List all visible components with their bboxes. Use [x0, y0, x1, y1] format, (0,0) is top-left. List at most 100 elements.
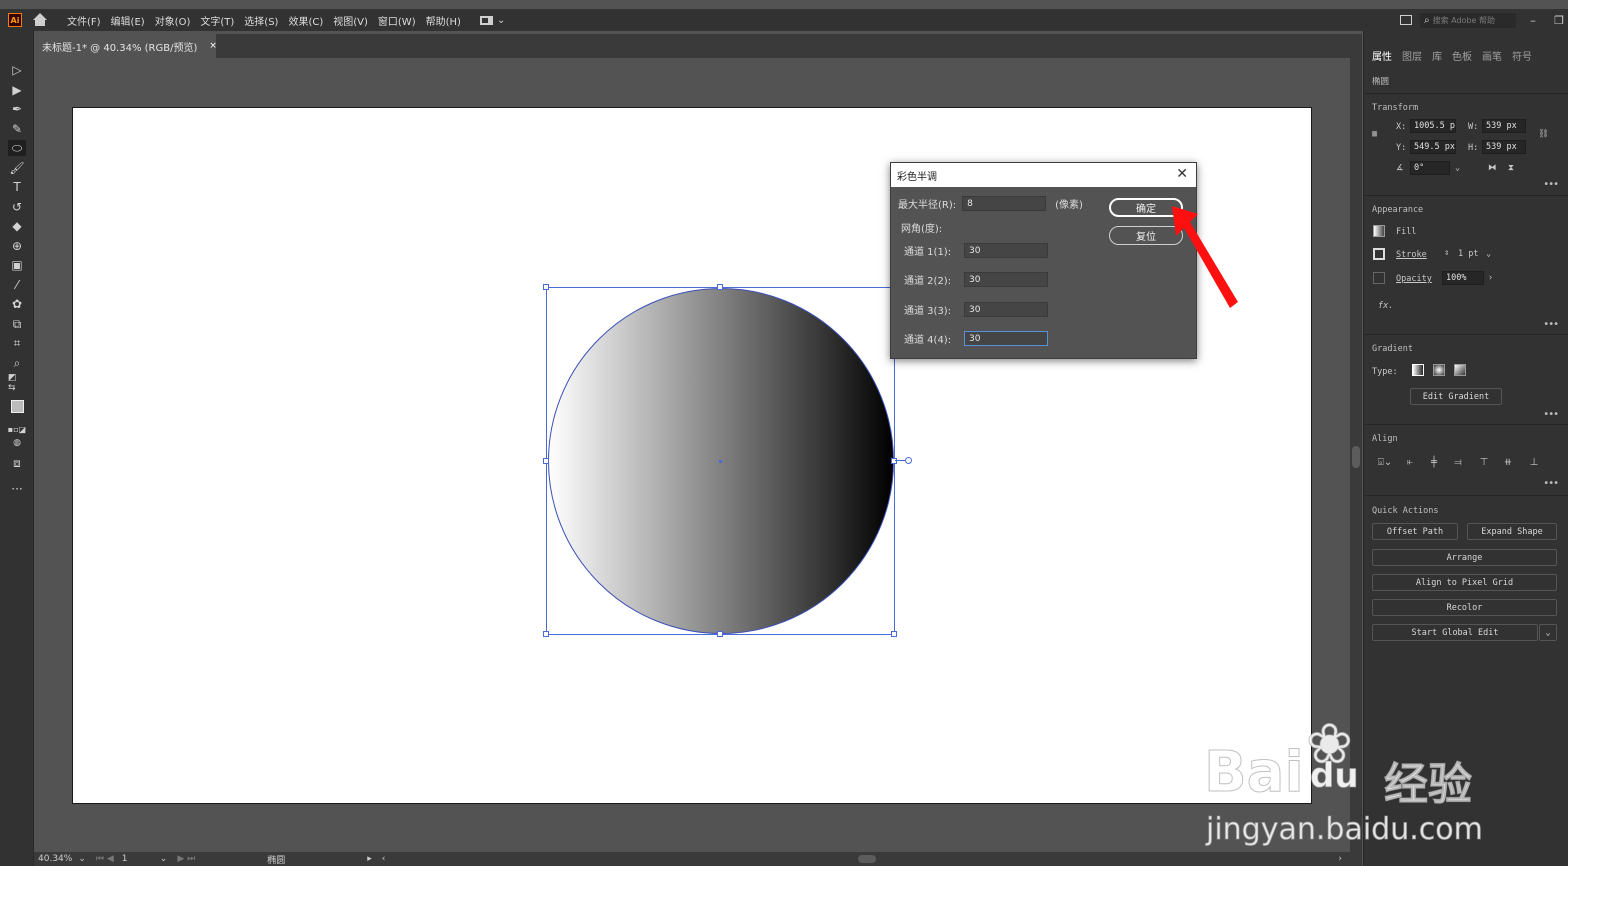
menu-window[interactable]: 窗口(W) [373, 13, 421, 28]
tab-symbols[interactable]: 符号 [1512, 48, 1532, 63]
max-radius-input[interactable]: 8 [962, 196, 1047, 211]
chevron-down-icon[interactable]: ⌄ [1486, 249, 1491, 259]
flip-vertical-icon[interactable]: ⧗ [1508, 163, 1514, 173]
freeform-gradient-icon[interactable] [1454, 364, 1466, 376]
scroll-thumb[interactable] [1352, 446, 1360, 468]
menu-help[interactable]: 帮助(H) [421, 13, 466, 28]
flip-horizontal-icon[interactable]: ⧓ [1488, 163, 1497, 173]
align-center-horizontal-icon[interactable]: ╪ [1428, 456, 1440, 468]
chevron-down-icon[interactable]: ⌄ [78, 854, 86, 864]
channel-1-input[interactable]: 30 [964, 243, 1048, 258]
blend-tool-icon[interactable]: ⧉ [8, 316, 26, 332]
more-tools-icon[interactable]: ··· [8, 481, 26, 497]
gradient-tool-icon[interactable]: ▣ [8, 257, 26, 273]
chevron-down-icon[interactable]: ⌄ [1539, 624, 1557, 641]
screen-mode-icon[interactable]: ⧈ [8, 455, 26, 471]
constrain-proportions-icon[interactable]: ⛓ [1538, 129, 1549, 139]
linear-gradient-icon[interactable] [1412, 364, 1424, 376]
fill-swatch[interactable] [1373, 225, 1385, 237]
zoom-level[interactable]: 40.34% [38, 854, 72, 864]
recolor-button[interactable]: Recolor [1372, 599, 1557, 616]
pie-widget-knob[interactable] [905, 457, 912, 464]
reference-point-icon[interactable]: ▦ [1372, 129, 1377, 139]
align-center-vertical-icon[interactable]: ⧺ [1502, 456, 1514, 468]
pen-tool-icon[interactable]: ✒ [8, 101, 26, 117]
stepper-icon[interactable]: ⇕ [1444, 248, 1449, 258]
tab-swatches[interactable]: 色板 [1452, 48, 1472, 63]
chevron-down-icon[interactable]: ⌄ [160, 854, 168, 864]
angle-input[interactable]: 0° [1410, 161, 1450, 175]
last-artboard-icon[interactable]: ▶ ⏭ [177, 854, 195, 864]
menu-file[interactable]: 文件(F) [62, 13, 106, 28]
menu-type[interactable]: 文字(T) [195, 13, 239, 28]
menu-select[interactable]: 选择(S) [239, 13, 283, 28]
w-input[interactable]: 539 px [1482, 119, 1526, 133]
arrange-documents-icon[interactable] [1400, 15, 1412, 25]
artboard-tool-icon[interactable]: ⌗ [8, 335, 26, 351]
eraser-tool-icon[interactable]: ◆ [8, 218, 26, 234]
opacity-label[interactable]: Opacity [1396, 274, 1432, 284]
resize-handle[interactable] [891, 458, 897, 464]
resize-handle[interactable] [543, 631, 549, 637]
search-field[interactable]: ⌕ 搜索 Adobe 帮助 [1420, 12, 1516, 28]
menu-view[interactable]: 视图(V) [328, 13, 373, 28]
y-input[interactable]: 549.5 px [1410, 140, 1456, 154]
fill-label[interactable]: Fill [1396, 227, 1416, 237]
align-top-icon[interactable]: ⊤ [1478, 456, 1490, 468]
menu-object[interactable]: 对象(O) [150, 13, 196, 28]
align-left-icon[interactable]: ⫦ [1404, 456, 1416, 468]
stroke-label[interactable]: Stroke [1396, 250, 1427, 260]
chevron-down-icon[interactable]: ⌄ [1455, 163, 1460, 173]
home-icon[interactable] [32, 13, 48, 27]
close-icon[interactable]: ✕ [1176, 166, 1188, 182]
workspace-switcher[interactable]: ⌄ [479, 15, 505, 26]
stroke-swatch[interactable] [1373, 248, 1385, 260]
type-tool-icon[interactable]: T [8, 179, 26, 195]
vertical-scrollbar[interactable] [1350, 58, 1362, 852]
minimize-button[interactable]: – [1524, 14, 1542, 27]
fill-stroke-swatch-icon[interactable] [8, 395, 26, 417]
tab-layers[interactable]: 图层 [1402, 48, 1422, 63]
curvature-tool-icon[interactable]: ✎ [8, 121, 26, 137]
resize-handle[interactable] [717, 631, 723, 637]
rotate-tool-icon[interactable]: ↺ [8, 199, 26, 215]
eyedropper-tool-icon[interactable]: ⁄ [8, 277, 26, 293]
align-to-selection-icon[interactable]: ⌻⌄ [1374, 456, 1396, 468]
draw-mode-icon[interactable]: ◍ [8, 435, 26, 451]
edit-gradient-button[interactable]: Edit Gradient [1410, 388, 1502, 405]
play-icon[interactable]: ▸ [367, 854, 372, 864]
align-right-icon[interactable]: ⫤ [1452, 456, 1464, 468]
channel-3-input[interactable]: 30 [964, 302, 1048, 317]
default-colors-icon[interactable]: ◩ ⇆ [8, 373, 26, 393]
channel-4-input[interactable]: 30 [964, 331, 1048, 346]
more-options-icon[interactable]: ••• [1543, 478, 1559, 489]
h-input[interactable]: 539 px [1482, 140, 1526, 154]
stroke-weight[interactable]: 1 pt [1458, 249, 1478, 259]
radial-gradient-icon[interactable] [1433, 364, 1445, 376]
restore-button[interactable]: ❐ [1550, 14, 1568, 27]
channel-2-input[interactable]: 30 [964, 272, 1048, 287]
align-bottom-icon[interactable]: ⊥ [1528, 456, 1540, 468]
start-global-edit-button[interactable]: Start Global Edit [1372, 624, 1538, 641]
tab-brushes[interactable]: 画笔 [1482, 48, 1502, 63]
selection-tool-icon[interactable]: ▷ [8, 62, 26, 78]
x-input[interactable]: 1005.5 p [1410, 119, 1456, 133]
resize-handle[interactable] [543, 284, 549, 290]
expand-shape-button[interactable]: Expand Shape [1467, 523, 1557, 540]
close-icon[interactable]: × [209, 41, 217, 51]
paintbrush-tool-icon[interactable]: 🖌 [8, 160, 26, 176]
tab-libraries[interactable]: 库 [1432, 48, 1442, 63]
resize-handle[interactable] [543, 458, 549, 464]
scroll-left-icon[interactable]: ‹ [382, 854, 386, 864]
artboard-number[interactable]: 1 [122, 854, 158, 864]
arrange-button[interactable]: Arrange [1372, 549, 1557, 566]
zoom-tool-icon[interactable]: ⌕ [8, 355, 26, 371]
first-artboard-icon[interactable]: ⏮ ◀ [96, 854, 114, 864]
tab-properties[interactable]: 属性 [1372, 48, 1392, 63]
align-pixel-grid-button[interactable]: Align to Pixel Grid [1372, 574, 1557, 591]
opacity-input[interactable]: 100% [1442, 271, 1484, 285]
offset-path-button[interactable]: Offset Path [1372, 523, 1458, 540]
symbol-sprayer-tool-icon[interactable]: ✿ [8, 296, 26, 312]
dialog-titlebar[interactable]: 彩色半调 ✕ [891, 163, 1196, 187]
direct-selection-tool-icon[interactable]: ▶ [8, 82, 26, 98]
